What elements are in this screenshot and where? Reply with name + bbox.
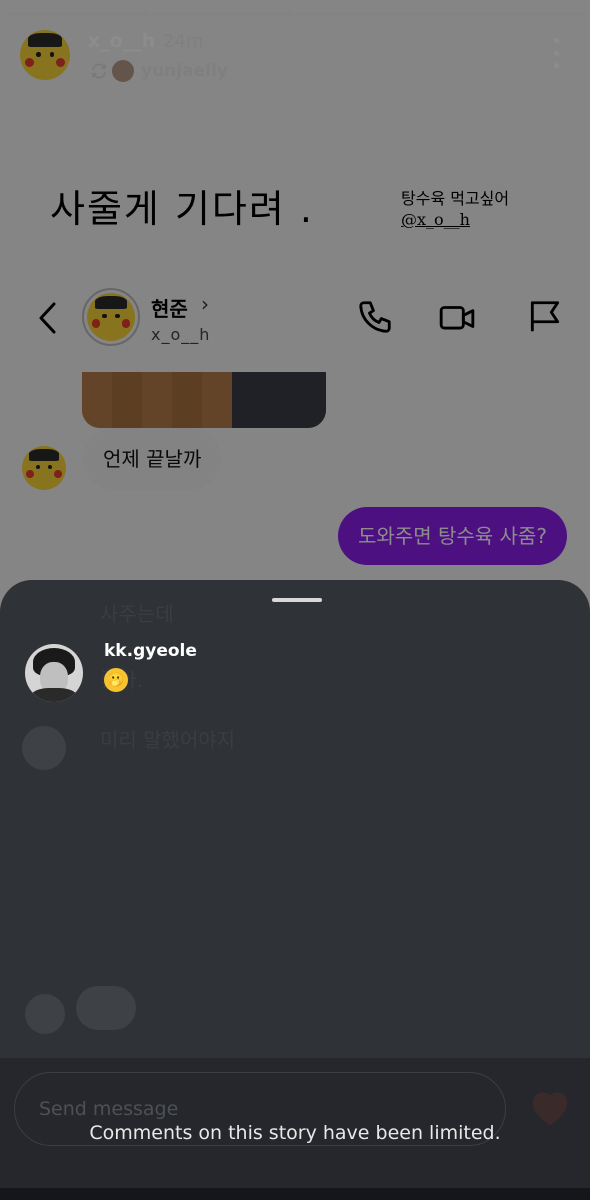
story-author-username[interactable]: x_o__h xyxy=(88,30,155,52)
nav-bar-edge xyxy=(0,1188,590,1200)
story-note: 탕수육 먹고싶어 @x_o__h xyxy=(401,188,509,230)
received-message-bubble: 언제 끝날까 xyxy=(83,428,222,490)
progress-segment xyxy=(8,12,149,15)
back-arrow-icon[interactable] xyxy=(36,300,58,336)
progress-segment xyxy=(441,12,582,15)
story-main-text: 사줄게 기다려 . xyxy=(50,187,314,231)
comment-emoji: 🫢 xyxy=(104,668,128,692)
heart-icon[interactable] xyxy=(528,1086,572,1126)
progress-segment xyxy=(152,12,293,15)
commenter-username[interactable]: kk.gyeole xyxy=(104,641,197,661)
story-timestamp: 24m xyxy=(163,31,204,52)
progress-segment xyxy=(297,12,438,15)
dm-contact-handle: x_o__h xyxy=(151,325,211,344)
flag-icon[interactable] xyxy=(526,298,564,336)
video-call-icon[interactable] xyxy=(438,298,476,336)
repost-icon xyxy=(90,62,108,80)
commenter-avatar[interactable] xyxy=(25,644,83,702)
hidden-message: 미리 말했어야지 xyxy=(100,728,236,752)
chevron-right-icon[interactable]: › xyxy=(201,292,209,316)
more-options-icon[interactable] xyxy=(552,38,560,68)
received-message-avatar xyxy=(22,446,66,490)
story-author-avatar[interactable] xyxy=(20,30,70,80)
phone-icon[interactable] xyxy=(356,298,394,336)
dm-contact-name[interactable]: 현준 xyxy=(151,293,188,322)
hidden-heart-bubble xyxy=(76,986,136,1030)
hidden-message: 사주는데 xyxy=(100,602,174,626)
story-mention[interactable]: @x_o__h xyxy=(401,209,509,230)
comments-limited-notice: Comments on this story have been limited… xyxy=(89,1122,501,1144)
repost-source-username[interactable]: yunjaelly xyxy=(141,61,228,81)
sheet-drag-handle[interactable] xyxy=(272,598,322,602)
story-progress-bar xyxy=(8,12,582,15)
dm-contact-avatar[interactable] xyxy=(82,288,140,346)
photo-message[interactable] xyxy=(82,372,326,428)
story-note-text: 탕수육 먹고싶어 xyxy=(401,189,510,208)
hidden-avatar xyxy=(22,726,66,770)
sent-message-bubble: 도와주면 탕수육 사줌? xyxy=(338,507,567,565)
repost-source-avatar[interactable] xyxy=(112,60,134,82)
hidden-avatar xyxy=(25,994,65,1034)
